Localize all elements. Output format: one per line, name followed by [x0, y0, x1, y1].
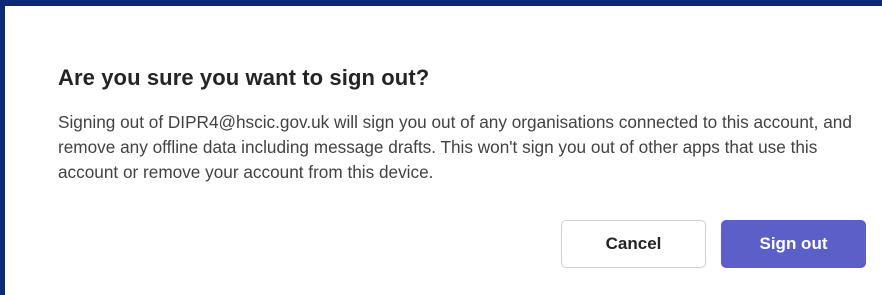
sign-out-dialog-window: Are you sure you want to sign out? Signi… [0, 0, 882, 295]
dialog-actions: Cancel Sign out [561, 220, 866, 268]
sign-out-dialog: Are you sure you want to sign out? Signi… [58, 63, 873, 185]
dialog-title: Are you sure you want to sign out? [58, 65, 430, 90]
cancel-button[interactable]: Cancel [561, 220, 706, 268]
sign-out-button[interactable]: Sign out [721, 220, 866, 268]
dialog-message: Signing out of DIPR4@hscic.gov.uk will s… [58, 112, 852, 182]
